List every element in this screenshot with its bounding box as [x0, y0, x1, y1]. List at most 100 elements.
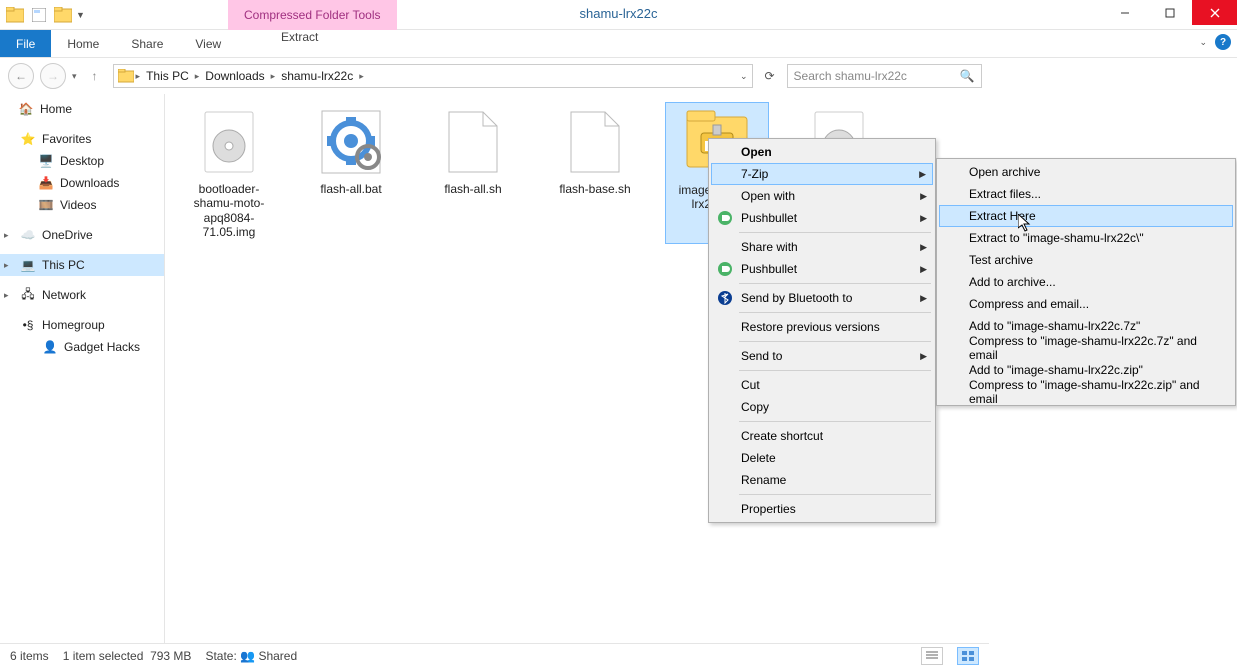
menu-label: Extract to "image-shamu-lrx22c\" [969, 231, 1144, 245]
file-item[interactable]: flash-all.sh [421, 102, 525, 244]
menu-open[interactable]: Open [711, 141, 933, 163]
menu-label: Compress to "image-shamu-lrx22c.7z" and … [969, 334, 1209, 362]
folder-icon[interactable] [4, 4, 26, 26]
menu-label: Share with [741, 240, 798, 254]
tab-share[interactable]: Share [115, 30, 179, 57]
back-button[interactable]: ← [8, 63, 34, 89]
menu-separator [739, 232, 931, 233]
qat-dropdown-icon[interactable]: ▼ [76, 10, 85, 20]
menu-label: Send by Bluetooth to [741, 291, 852, 305]
menu-restore[interactable]: Restore previous versions [711, 316, 933, 338]
menu-sendto[interactable]: Send to▶ [711, 345, 933, 367]
menu-label: Add to "image-shamu-lrx22c.7z" [969, 319, 1140, 333]
menu-delete[interactable]: Delete [711, 447, 933, 469]
menu-rename[interactable]: Rename [711, 469, 933, 491]
menu-openwith[interactable]: Open with▶ [711, 185, 933, 207]
tab-home[interactable]: Home [51, 30, 115, 57]
submenu-arrow-icon: ▶ [920, 264, 927, 275]
menu-bluetooth[interactable]: Send by Bluetooth to▶ [711, 287, 933, 309]
chevron-right-icon[interactable]: ▸ [4, 260, 14, 271]
crumb-sep[interactable]: ▸ [195, 71, 200, 82]
status-selected: 1 item selected 793 MB [63, 649, 192, 663]
address-dropdown-icon[interactable]: ⌄ [740, 71, 748, 82]
up-button[interactable]: ↑ [83, 64, 107, 88]
submenu-extract-to[interactable]: Extract to "image-shamu-lrx22c\" [939, 227, 1233, 249]
submenu-open-archive[interactable]: Open archive [939, 161, 1233, 183]
menu-label: Compress to "image-shamu-lrx22c.zip" and… [969, 378, 1209, 406]
menu-properties[interactable]: Properties [711, 498, 933, 520]
forward-button[interactable]: → [40, 63, 66, 89]
cloud-icon: ☁️ [20, 227, 36, 243]
chevron-right-icon[interactable]: ▸ [4, 290, 14, 301]
submenu-test[interactable]: Test archive [939, 249, 1233, 271]
sidebar-item-videos[interactable]: 🎞️Videos [0, 194, 164, 216]
submenu-extract-here[interactable]: Extract Here [939, 205, 1233, 227]
minimize-button[interactable] [1102, 0, 1147, 25]
tab-file[interactable]: File [0, 30, 51, 57]
menu-label: Test archive [969, 253, 1033, 267]
search-icon[interactable]: 🔍 [960, 69, 975, 83]
file-label: flash-all.sh [444, 182, 501, 196]
submenu-compress-7z-email[interactable]: Compress to "image-shamu-lrx22c.7z" and … [939, 337, 1233, 359]
crumb-sep[interactable]: ▸ [136, 71, 141, 82]
menu-pushbullet[interactable]: Pushbullet▶ [711, 207, 933, 229]
tab-extract[interactable]: Extract [265, 30, 334, 44]
sidebar-label: OneDrive [42, 228, 93, 242]
properties-icon[interactable] [28, 4, 50, 26]
sidebar-item-gadgethacks[interactable]: 👤Gadget Hacks [0, 336, 164, 358]
chevron-right-icon[interactable]: ▸ [4, 230, 14, 241]
sidebar-item-favorites[interactable]: ⭐ Favorites [0, 128, 164, 150]
history-dropdown-icon[interactable]: ▾ [72, 71, 77, 82]
sidebar-item-homegroup[interactable]: •§Homegroup [0, 314, 164, 336]
menu-sharewith[interactable]: Share with▶ [711, 236, 933, 258]
submenu-compress-email[interactable]: Compress and email... [939, 293, 1233, 315]
sidebar-item-desktop[interactable]: 🖥️Desktop [0, 150, 164, 172]
sidebar-label: Network [42, 288, 86, 302]
contextual-tab[interactable]: Compressed Folder Tools [228, 0, 397, 30]
close-button[interactable] [1192, 0, 1237, 25]
view-details-button[interactable] [921, 647, 943, 665]
crumb-sep[interactable]: ▸ [271, 71, 276, 82]
view-icons-button[interactable] [957, 647, 979, 665]
menu-shortcut[interactable]: Create shortcut [711, 425, 933, 447]
new-folder-icon[interactable] [52, 4, 74, 26]
address-bar[interactable]: ▸ This PC ▸ Downloads ▸ shamu-lrx22c ▸ ⌄ [113, 64, 753, 88]
help-icon[interactable]: ? [1215, 34, 1231, 50]
quick-access-toolbar: ▼ [0, 4, 89, 26]
refresh-button[interactable]: ⟳ [759, 65, 781, 87]
crumb-sep[interactable]: ▸ [359, 71, 364, 82]
tab-view[interactable]: View [179, 30, 237, 57]
menu-copy[interactable]: Copy [711, 396, 933, 418]
crumb-thispc[interactable]: This PC [142, 69, 193, 83]
crumb-downloads[interactable]: Downloads [201, 69, 268, 83]
search-input[interactable]: Search shamu-lrx22c 🔍 [787, 64, 982, 88]
file-item[interactable]: bootloader-shamu-moto-apq8084-71.05.img [177, 102, 281, 244]
ribbon-expand-icon[interactable]: ⌄ [1199, 37, 1207, 48]
menu-label: Open archive [969, 165, 1040, 179]
menu-separator [739, 370, 931, 371]
menu-pushbullet2[interactable]: Pushbullet▶ [711, 258, 933, 280]
sidebar-item-downloads[interactable]: 📥Downloads [0, 172, 164, 194]
maximize-button[interactable] [1147, 0, 1192, 25]
menu-label: Restore previous versions [741, 320, 880, 334]
sidebar-item-network[interactable]: ▸🖧Network [0, 284, 164, 306]
crumb-current[interactable]: shamu-lrx22c [277, 69, 357, 83]
sidebar-item-thispc[interactable]: ▸💻This PC [0, 254, 164, 276]
file-item[interactable]: flash-all.bat [299, 102, 403, 244]
submenu-compress-zip-email[interactable]: Compress to "image-shamu-lrx22c.zip" and… [939, 381, 1233, 403]
star-icon: ⭐ [20, 131, 36, 147]
videos-icon: 🎞️ [38, 197, 54, 213]
menu-7zip[interactable]: 7-Zip▶ [711, 163, 933, 185]
sidebar-label: Favorites [42, 132, 91, 146]
file-icon [555, 106, 635, 178]
submenu-add[interactable]: Add to archive... [939, 271, 1233, 293]
file-item[interactable]: flash-base.sh [543, 102, 647, 244]
sidebar-item-home[interactable]: 🏠Home [0, 98, 164, 120]
sidebar-item-onedrive[interactable]: ▸ ☁️ OneDrive [0, 224, 164, 246]
menu-cut[interactable]: Cut [711, 374, 933, 396]
search-placeholder: Search shamu-lrx22c [794, 69, 907, 83]
menu-label: Pushbullet [741, 211, 797, 225]
submenu-extract-files[interactable]: Extract files... [939, 183, 1233, 205]
file-label: bootloader-shamu-moto-apq8084-71.05.img [181, 182, 277, 240]
disc-icon [189, 106, 269, 178]
